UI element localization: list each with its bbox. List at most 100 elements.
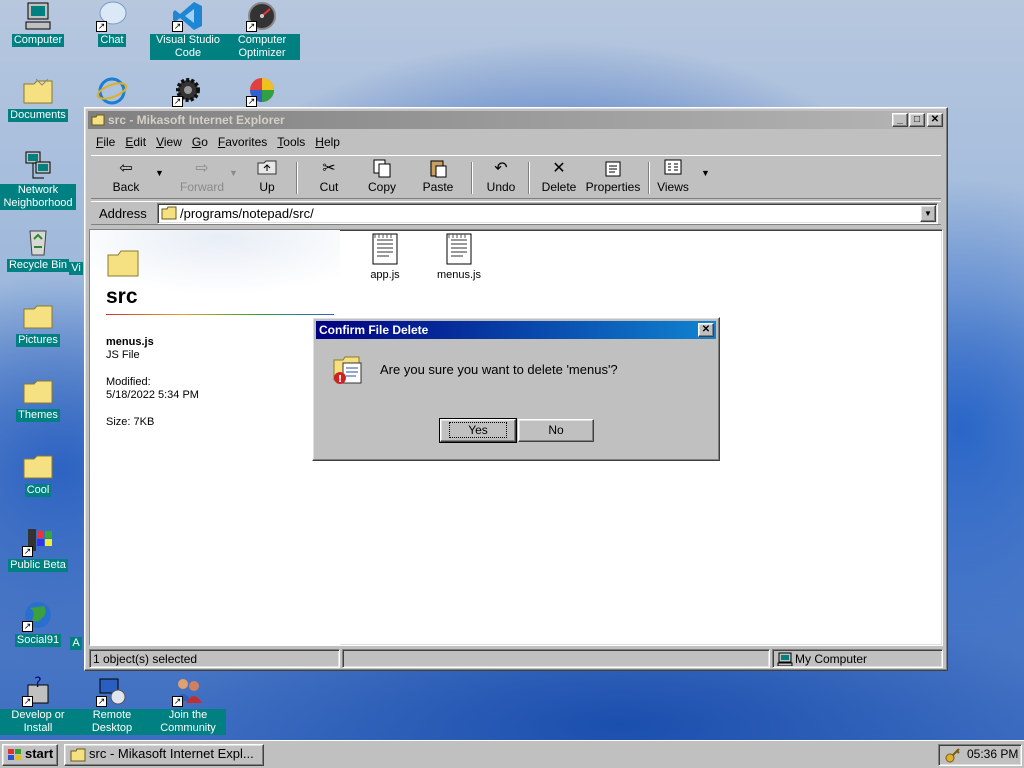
desktop-icon-community[interactable]: ↗ Join the Community (150, 675, 226, 735)
file-item[interactable]: menus.js (427, 232, 491, 281)
status-zone-label: My Computer (795, 652, 868, 666)
title-divider (106, 314, 334, 315)
folder-title: src (106, 285, 138, 308)
window-titlebar[interactable]: src - Mikasoft Internet Explorer _ □ ✕ (88, 111, 944, 129)
forward-button[interactable]: ⇨ Forward (171, 158, 233, 198)
shortcut-arrow-icon: ↗ (22, 696, 33, 707)
desktop-icon-label: Documents (8, 109, 68, 122)
desktop-icon-recycle[interactable]: Recycle Bin (0, 225, 76, 272)
browser-globe-icon (96, 75, 128, 107)
close-button[interactable]: ✕ (927, 113, 943, 127)
selected-file-type: JS File (106, 349, 140, 361)
desktop-icon-label: Visual Studio Code (150, 34, 226, 60)
svg-text:?: ? (34, 675, 41, 691)
copy-icon (359, 158, 405, 180)
desktop-icon-browser[interactable] (74, 75, 150, 109)
yes-button[interactable]: Yes (439, 418, 517, 443)
paste-button[interactable]: Paste (415, 158, 461, 198)
address-value: /programs/notepad/src/ (180, 206, 314, 221)
views-dropdown-icon[interactable]: ▼ (701, 168, 710, 178)
menu-tools[interactable]: Tools (272, 135, 310, 149)
desktop-icon-develop[interactable]: ? ↗ Develop or Install (0, 675, 76, 735)
desktop-icon-computer[interactable]: Computer (0, 0, 76, 47)
desktop-icon-label: Cool (24, 484, 52, 497)
copy-button[interactable]: Copy (359, 158, 405, 198)
menu-help[interactable]: Help (310, 135, 345, 149)
minimize-button[interactable]: _ (892, 113, 908, 127)
toolbar-separator (648, 162, 650, 194)
properties-button[interactable]: Properties (583, 158, 643, 198)
no-button[interactable]: No (518, 419, 594, 442)
desktop-icon-optimizer[interactable]: ↗ Computer Optimizer (224, 0, 300, 60)
install-icon: ? ↗ (22, 675, 54, 707)
vscode-icon: ↗ (172, 0, 204, 32)
desktop-icon-label: Public Beta (8, 559, 68, 572)
taskbar-button-explorer[interactable]: src - Mikasoft Internet Expl... (64, 744, 264, 766)
desktop-icon-label: Pictures (16, 334, 60, 347)
menu-view[interactable]: View (151, 135, 187, 149)
status-selection: 1 object(s) selected (89, 649, 340, 668)
chat-icon: ↗ (96, 0, 128, 32)
menu-go[interactable]: Go (187, 135, 213, 149)
forward-dropdown-icon[interactable]: ▼ (229, 168, 238, 178)
desktop-icon-settings[interactable]: ↗ (150, 75, 226, 109)
desktop-icon-label: Computer (11, 34, 65, 47)
desktop-icon-network[interactable]: Network Neighborhood (0, 150, 76, 210)
desktop-icon-themes[interactable]: Themes (0, 375, 76, 422)
folder-icon (22, 450, 54, 482)
desktop-icon-color[interactable]: ↗ (224, 75, 300, 109)
desktop-icon-pictures[interactable]: Pictures (0, 300, 76, 347)
shortcut-arrow-icon: ↗ (172, 696, 183, 707)
dialog-titlebar[interactable]: Confirm File Delete ✕ (316, 321, 716, 339)
desktop-icon-cool[interactable]: Cool (0, 450, 76, 497)
globe-icon: ↗ (22, 600, 54, 632)
delete-button[interactable]: ✕ Delete (537, 158, 581, 198)
desktop-icon-documents[interactable]: Documents (0, 75, 76, 122)
toolbar-separator (528, 162, 530, 194)
address-dropdown-button[interactable]: ▼ (920, 205, 936, 222)
views-button[interactable]: Views (653, 158, 693, 198)
clock[interactable]: 05:36 PM (967, 747, 1018, 761)
status-panel-empty (342, 649, 770, 668)
selected-file-name: menus.js (106, 336, 154, 348)
back-dropdown-icon[interactable]: ▼ (155, 168, 164, 178)
scissors-icon: ✂ (322, 160, 336, 177)
file-item[interactable]: app.js (353, 232, 417, 281)
menu-edit[interactable]: Edit (120, 135, 151, 149)
start-button[interactable]: start (2, 744, 58, 766)
address-input[interactable]: /programs/notepad/src/ ▼ (157, 203, 938, 224)
cut-button[interactable]: ✂ Cut (309, 158, 349, 198)
dialog-close-button[interactable]: ✕ (698, 323, 714, 337)
text-file-icon (371, 233, 399, 269)
back-button[interactable]: ⇦ Back (101, 158, 151, 198)
desktop-icon-vscode[interactable]: ↗ Visual Studio Code (150, 0, 226, 60)
shortcut-arrow-icon: ↗ (172, 21, 183, 32)
desktop-icon-remote-desktop[interactable]: ↗ Remote Desktop (74, 675, 150, 735)
shortcut-arrow-icon: ↗ (96, 21, 107, 32)
key-icon[interactable] (945, 747, 961, 768)
desktop-icon-public-beta[interactable]: ↗ Public Beta (0, 525, 76, 572)
desktop-icon-chat[interactable]: ↗ Chat (74, 0, 150, 47)
desktop-icon-label: Chat (98, 34, 126, 47)
desktop-icon-vi-partial[interactable]: Vi (66, 262, 86, 275)
folder-icon (22, 75, 54, 107)
menu-favorites[interactable]: Favorites (213, 135, 272, 149)
maximize-button[interactable]: □ (909, 113, 925, 127)
up-button[interactable]: Up (247, 158, 287, 198)
undo-button[interactable]: ↶ Undo (481, 158, 521, 198)
desktop-icon-label: Recycle Bin (6, 259, 70, 272)
modified-value: 5/18/2022 5:34 PM (106, 389, 199, 401)
folder-up-icon (247, 158, 287, 180)
desktop-icon-label: Join the Community (150, 709, 226, 735)
modified-label: Modified: (106, 376, 151, 388)
shortcut-arrow-icon: ↗ (96, 696, 107, 707)
desktop-icon-social91[interactable]: ↗ Social91 (0, 600, 76, 647)
menu-file[interactable]: File (91, 135, 120, 149)
desktop-icon-a-partial[interactable]: A (66, 637, 86, 650)
windows-flag-icon (7, 748, 23, 767)
toolbar-separator (471, 162, 473, 194)
status-zone: My Computer (772, 649, 943, 668)
folder-icon (161, 206, 177, 223)
clipboard-icon (415, 158, 461, 180)
gauge-icon: ↗ (246, 0, 278, 32)
